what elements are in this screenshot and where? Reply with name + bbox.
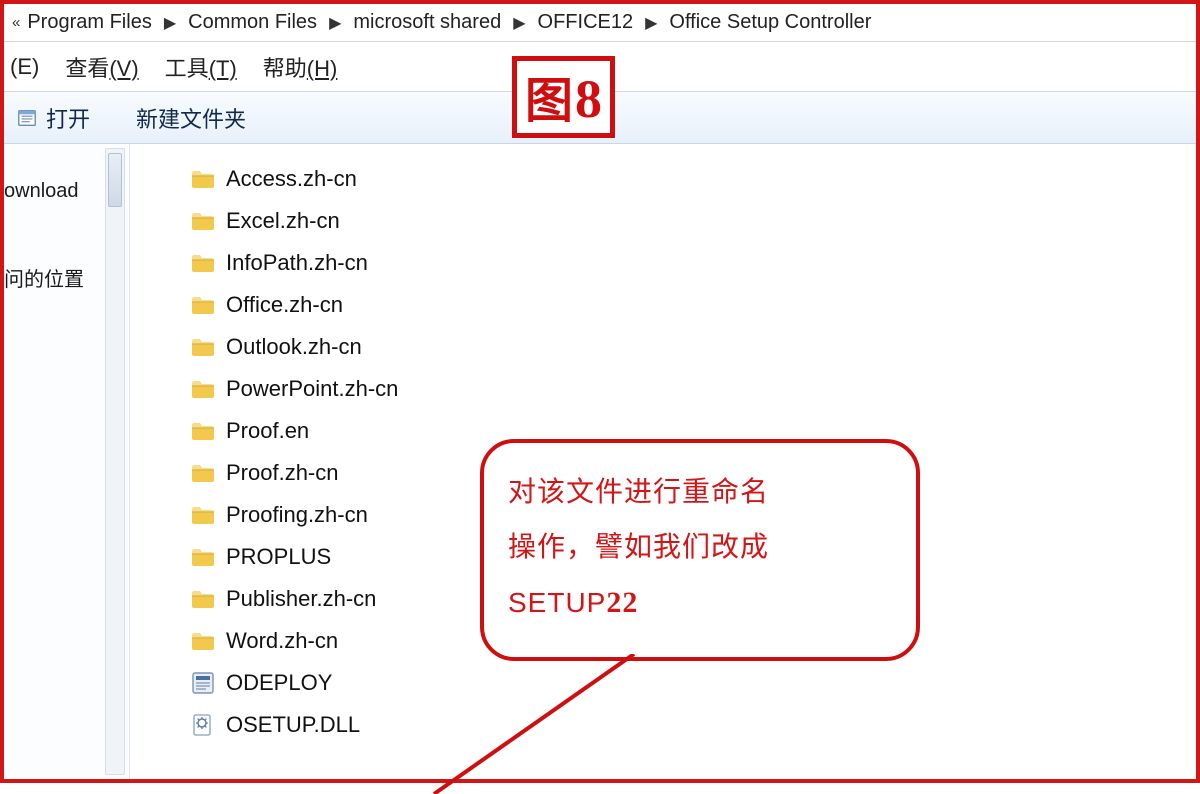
folder-icon bbox=[190, 293, 216, 317]
breadcrumb-item[interactable]: OFFICE12 bbox=[534, 9, 638, 36]
breadcrumb-item[interactable]: microsoft shared bbox=[349, 9, 505, 36]
list-item[interactable]: OSETUP.DLL bbox=[190, 704, 1196, 746]
list-item-label: OSETUP.DLL bbox=[226, 712, 360, 738]
list-item-label: Publisher.zh-cn bbox=[226, 586, 376, 612]
list-item-label: Proofing.zh-cn bbox=[226, 502, 368, 528]
list-item[interactable]: Access.zh-cn bbox=[190, 158, 1196, 200]
chevron-right-icon[interactable]: ▶ bbox=[645, 13, 657, 33]
folder-icon bbox=[190, 251, 216, 275]
menu-edit[interactable]: (E) bbox=[8, 50, 41, 84]
menu-view[interactable]: 查看(V) bbox=[63, 47, 140, 87]
annotation-figure-label: 图8 bbox=[512, 56, 615, 138]
folder-icon bbox=[190, 545, 216, 569]
chevron-right-icon[interactable]: ▶ bbox=[164, 13, 176, 33]
open-icon bbox=[16, 107, 38, 129]
folder-icon bbox=[190, 209, 216, 233]
breadcrumb-item[interactable]: Common Files bbox=[184, 9, 321, 36]
folder-icon bbox=[190, 461, 216, 485]
breadcrumb-item[interactable]: Program Files bbox=[23, 9, 155, 36]
breadcrumb-item[interactable]: Office Setup Controller bbox=[665, 9, 875, 36]
folder-icon bbox=[190, 335, 216, 359]
list-item-label: Excel.zh-cn bbox=[226, 208, 340, 234]
new-folder-button-label: 新建文件夹 bbox=[136, 102, 246, 134]
folder-icon bbox=[190, 167, 216, 191]
list-item[interactable]: Office.zh-cn bbox=[190, 284, 1196, 326]
folder-icon bbox=[190, 503, 216, 527]
folder-icon bbox=[190, 377, 216, 401]
list-item-label: Outlook.zh-cn bbox=[226, 334, 362, 360]
menu-tools[interactable]: 工具(T) bbox=[163, 47, 239, 87]
folder-icon bbox=[190, 587, 216, 611]
list-item[interactable]: Excel.zh-cn bbox=[190, 200, 1196, 242]
menu-help[interactable]: 帮助(H) bbox=[261, 47, 340, 87]
annotation-callout: 对该文件进行重命名 操作，譬如我们改成 SETUP22 bbox=[480, 439, 920, 661]
list-item-label: Word.zh-cn bbox=[226, 628, 338, 654]
address-bar[interactable]: « Program Files ▶ Common Files ▶ microso… bbox=[4, 4, 1196, 42]
list-item[interactable]: InfoPath.zh-cn bbox=[190, 242, 1196, 284]
list-item-label: Proof.en bbox=[226, 418, 309, 444]
list-item-label: Access.zh-cn bbox=[226, 166, 357, 192]
open-button[interactable]: 打开 bbox=[10, 98, 96, 138]
chevron-right-icon[interactable]: ▶ bbox=[513, 13, 525, 33]
list-item-label: Proof.zh-cn bbox=[226, 460, 339, 486]
list-item[interactable]: PowerPoint.zh-cn bbox=[190, 368, 1196, 410]
bin-icon bbox=[190, 671, 216, 695]
list-item-label: ODEPLOY bbox=[226, 670, 332, 696]
list-item-label: Office.zh-cn bbox=[226, 292, 343, 318]
navigation-pane[interactable]: ownload 问的位置 bbox=[4, 144, 130, 779]
list-item[interactable]: Outlook.zh-cn bbox=[190, 326, 1196, 368]
annotation-text: 对该文件进行重命名 bbox=[508, 465, 892, 520]
list-item-label: InfoPath.zh-cn bbox=[226, 250, 368, 276]
folder-icon bbox=[190, 629, 216, 653]
open-button-label: 打开 bbox=[46, 102, 90, 134]
list-item[interactable]: ODEPLOY bbox=[190, 662, 1196, 704]
breadcrumb-overflow-icon[interactable]: « bbox=[12, 14, 17, 31]
annotation-text: SETUP22 bbox=[508, 574, 892, 633]
folder-icon bbox=[190, 419, 216, 443]
list-item-label: PowerPoint.zh-cn bbox=[226, 376, 398, 402]
navpane-scrollbar[interactable] bbox=[105, 148, 125, 775]
list-item-label: PROPLUS bbox=[226, 544, 331, 570]
annotation-text: 操作，譬如我们改成 bbox=[508, 520, 892, 575]
new-folder-button[interactable]: 新建文件夹 bbox=[130, 98, 252, 138]
scrollbar-thumb[interactable] bbox=[108, 153, 122, 207]
dll-icon bbox=[190, 713, 216, 737]
chevron-right-icon[interactable]: ▶ bbox=[329, 13, 341, 33]
